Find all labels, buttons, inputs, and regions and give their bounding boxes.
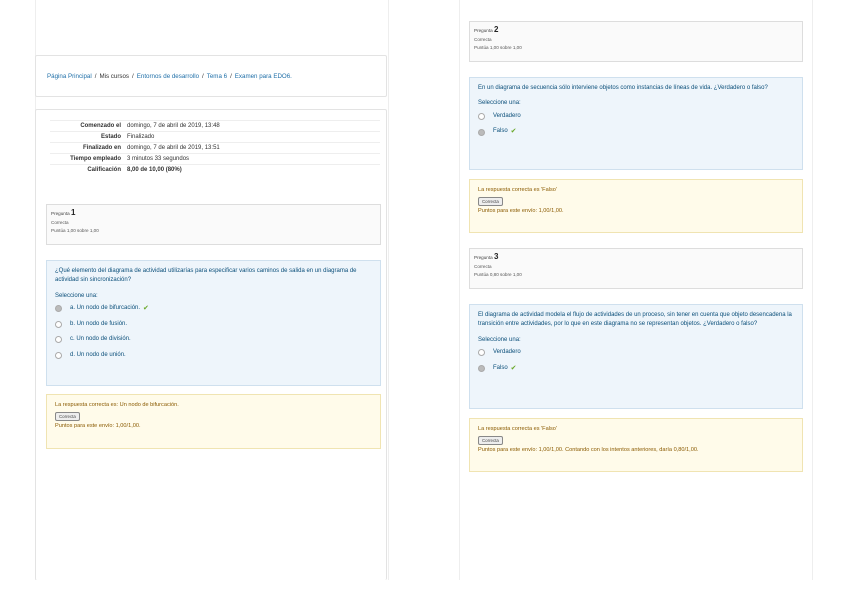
question-grade: Puntúa 1,00 sobre 1,00 xyxy=(51,228,99,233)
answer-option[interactable]: Verdadero xyxy=(478,109,794,125)
answer-option[interactable]: Falso ✔ xyxy=(478,361,794,377)
answer-option[interactable]: c. Un nodo de división. xyxy=(55,332,372,348)
submission-points: Puntos para este envío: 1,00/1,00. Conta… xyxy=(478,447,699,453)
answer-prompt: Seleccione una: xyxy=(478,336,521,343)
correct-answer-text: La respuesta correcta es: Un nodo de bif… xyxy=(55,402,179,408)
status-badge: Correcta xyxy=(478,436,503,445)
summary-row: Finalizado en domingo, 7 de abril de 2019… xyxy=(50,142,380,154)
summary-row: Estado Finalizado xyxy=(50,131,380,143)
breadcrumb-box: Página Principal / Mis cursos / Entornos de … xyxy=(35,55,387,97)
submission-points: Puntos para este envío: 1,00/1,00. xyxy=(478,208,564,214)
breadcrumb-topic[interactable]: Tema 6 xyxy=(207,73,227,80)
summary-row: Calificación 8,00 de 10,00 (80%) xyxy=(50,164,380,175)
question-text-2: En un diagrama de secuencia sólo intervi… xyxy=(469,77,803,170)
radio-button[interactable] xyxy=(478,349,485,357)
attempt-summary-table: Comenzado el domingo, 7 de abril de 2019,… xyxy=(50,120,380,175)
question-text-1: ¿Qué elemento del diagrama de actividad … xyxy=(46,260,381,386)
question-grade: Puntúa 1,00 sobre 1,00 xyxy=(474,45,522,50)
answer-prompt: Seleccione una: xyxy=(55,292,98,299)
radio-button[interactable] xyxy=(55,320,62,328)
summary-row: Tiempo empleado 3 minutos 33 segundos xyxy=(50,153,380,165)
question-feedback-3: La respuesta correcta es 'Falso' Correct… xyxy=(469,418,803,472)
question-text-3: El diagrama de actividad modela el flujo… xyxy=(469,304,803,409)
check-icon: ✔ xyxy=(510,364,517,372)
answer-option[interactable]: b. Un nodo de fusión. xyxy=(55,317,372,333)
status-badge: Correcta xyxy=(478,197,503,206)
question-info-2: Pregunta 2 Correcta Puntúa 1,00 sobre 1,… xyxy=(469,21,803,62)
question-feedback-2: La respuesta correcta es 'Falso' Correct… xyxy=(469,179,803,233)
breadcrumb: Página Principal / Mis cursos / Entornos de … xyxy=(47,73,292,80)
answer-option[interactable]: Falso ✔ xyxy=(478,124,794,140)
breadcrumb-exam[interactable]: Examen para EDO6. xyxy=(235,73,292,80)
radio-button[interactable] xyxy=(55,336,62,344)
question-number: Pregunta 1 xyxy=(51,208,76,217)
question-info-1: Pregunta 1 Correcta Puntúa 1,00 sobre 1,… xyxy=(46,204,381,245)
radio-button[interactable] xyxy=(478,113,485,121)
question-number: Pregunta 2 xyxy=(474,25,499,34)
question-grade: Puntúa 0,80 sobre 1,00 xyxy=(474,272,522,277)
answer-option[interactable]: d. Un nodo de unión. xyxy=(55,348,372,364)
question-number: Pregunta 3 xyxy=(474,252,499,261)
summary-row: Comenzado el domingo, 7 de abril de 2019,… xyxy=(50,120,380,132)
question-info-3: Pregunta 3 Correcta Puntúa 0,80 sobre 1,… xyxy=(469,248,803,289)
check-icon: ✔ xyxy=(510,128,517,136)
submission-points: Puntos para este envío: 1,00/1,00. xyxy=(55,423,141,429)
radio-button[interactable] xyxy=(478,364,485,372)
breadcrumb-my-courses[interactable]: Mis cursos xyxy=(99,73,129,80)
question-state: Correcta xyxy=(474,37,492,42)
quiz-review-panel: Comenzado el domingo, 7 de abril de 2019,… xyxy=(35,109,387,580)
correct-answer-text: La respuesta correcta es 'Falso' xyxy=(478,426,557,432)
radio-button[interactable] xyxy=(55,305,62,313)
breadcrumb-home[interactable]: Página Principal xyxy=(47,73,92,80)
radio-button[interactable] xyxy=(478,128,485,136)
question-stem: En un diagrama de secuencia sólo intervi… xyxy=(478,85,768,91)
question-state: Correcta xyxy=(474,264,492,269)
breadcrumb-course[interactable]: Entornos de desarrollo xyxy=(137,73,199,80)
check-icon: ✔ xyxy=(143,305,149,313)
status-badge: Correcta xyxy=(55,412,80,421)
question-feedback-1: La respuesta correcta es: Un nodo de bif… xyxy=(46,394,381,449)
question-stem: El diagrama de actividad modela el flujo… xyxy=(478,312,792,328)
question-stem: ¿Qué elemento del diagrama de actividad … xyxy=(55,268,357,284)
correct-answer-text: La respuesta correcta es 'Falso' xyxy=(478,187,557,193)
answer-prompt: Seleccione una: xyxy=(478,100,521,107)
radio-button[interactable] xyxy=(55,351,62,359)
question-state: Correcta xyxy=(51,220,69,225)
answer-option[interactable]: a. Un nodo de bifurcación. ✔ xyxy=(55,301,372,317)
answer-option[interactable]: Verdadero xyxy=(478,345,794,361)
